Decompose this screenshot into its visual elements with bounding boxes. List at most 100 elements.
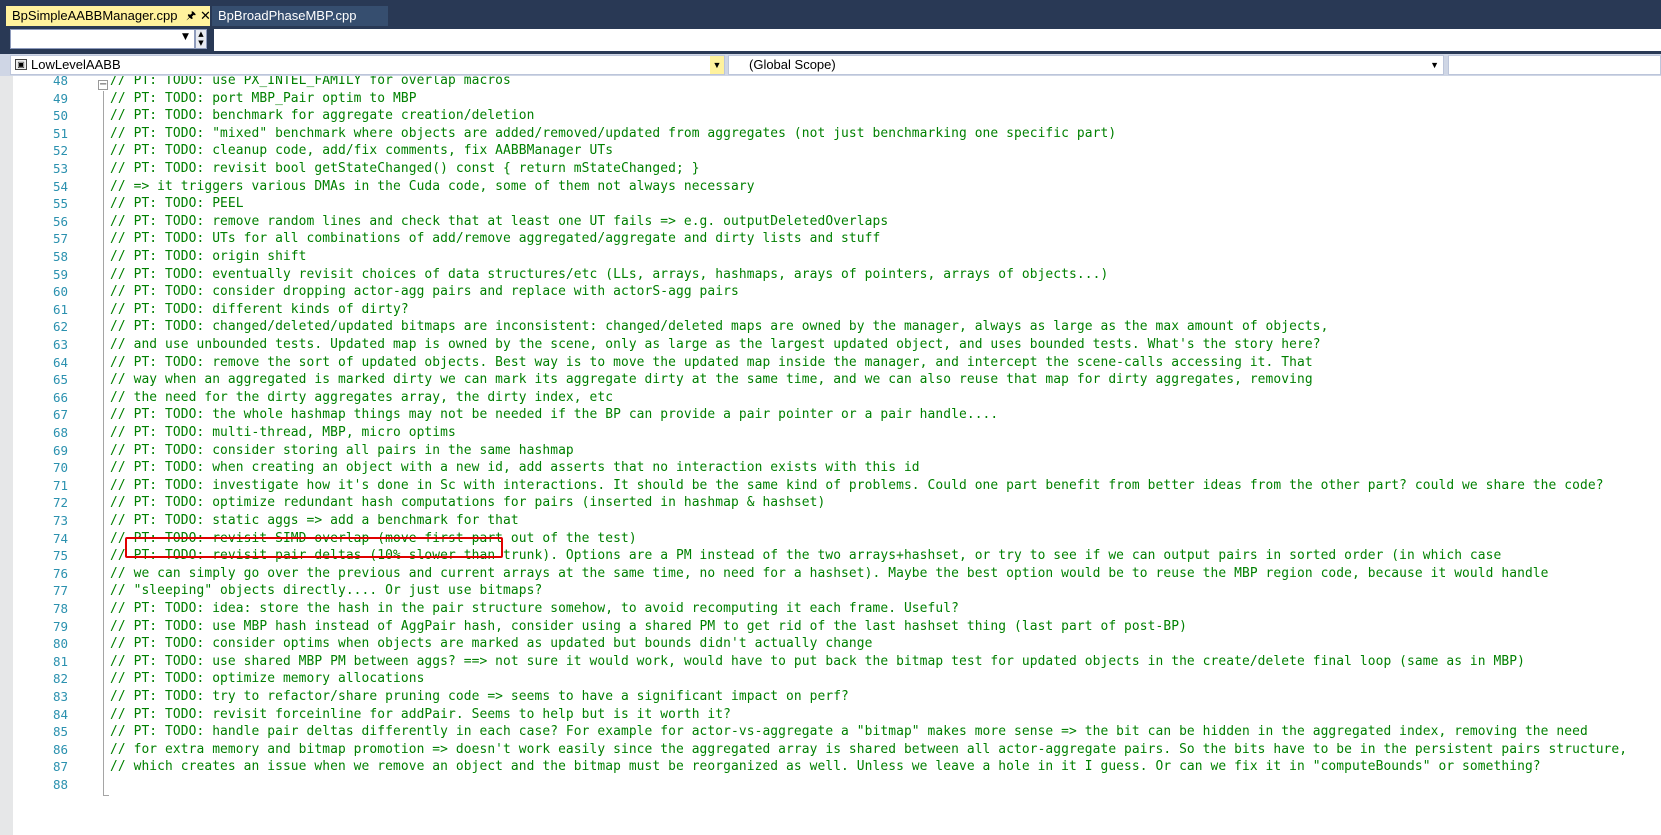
code-line[interactable]: 65 // way when an aggregated is marked di… [0, 371, 1661, 389]
code-line[interactable]: 67 // PT: TODO: the whole hashmap things … [0, 406, 1661, 424]
code-text[interactable]: // => it triggers various DMAs in the Cu… [110, 178, 755, 196]
line-number: 48 [52, 76, 68, 88]
code-text[interactable]: // for extra memory and bitmap promotion… [110, 741, 1627, 759]
code-line[interactable]: 86 // for extra memory and bitmap promoti… [0, 741, 1661, 759]
code-line[interactable]: 56 // PT: TODO: remove random lines and c… [0, 213, 1661, 231]
code-text[interactable]: // PT: TODO: "mixed" benchmark where obj… [110, 125, 1116, 143]
code-text[interactable]: // PT: TODO: static aggs => add a benchm… [110, 512, 519, 530]
code-text[interactable]: // and use unbounded tests. Updated map … [110, 336, 1321, 354]
code-line[interactable]: 69 // PT: TODO: consider storing all pair… [0, 442, 1661, 460]
code-line[interactable]: 72 // PT: TODO: optimize redundant hash c… [0, 494, 1661, 512]
code-text[interactable]: // PT: TODO: remove the sort of updated … [110, 354, 1313, 372]
toolbar-dropdown[interactable]: ▼ [10, 29, 195, 49]
code-text[interactable]: // PT: TODO: port MBP_Pair optim to MBP [110, 90, 417, 108]
code-text[interactable]: // PT: TODO: revisit bool getStateChange… [110, 160, 700, 178]
code-line[interactable]: 50 // PT: TODO: benchmark for aggregate c… [0, 107, 1661, 125]
code-text[interactable]: // way when an aggregated is marked dirt… [110, 371, 1313, 389]
code-line[interactable]: 88 [0, 776, 1661, 794]
code-line[interactable]: 52 // PT: TODO: cleanup code, add/fix com… [0, 142, 1661, 160]
line-number: 88 [52, 777, 68, 792]
code-text[interactable]: // which creates an issue when we remove… [110, 758, 1541, 776]
code-text[interactable]: // PT: TODO: origin shift [110, 248, 307, 266]
code-text[interactable]: // PT: TODO: changed/deleted/updated bit… [110, 318, 1328, 336]
class-combo[interactable]: ▣ LowLevelAABB ▼ [10, 55, 725, 75]
code-text[interactable]: // "sleeping" objects directly.... Or ju… [110, 582, 542, 600]
code-line[interactable]: 78 // PT: TODO: idea: store the hash in t… [0, 600, 1661, 618]
code-text[interactable]: // PT: TODO: try to refactor/share pruni… [110, 688, 849, 706]
code-text[interactable]: // PT: TODO: when creating an object wit… [110, 459, 920, 477]
code-text[interactable]: // PT: TODO: revisit forceinline for add… [110, 706, 731, 724]
code-line[interactable]: 87 // which creates an issue when we remo… [0, 758, 1661, 776]
line-number: 62 [52, 319, 68, 335]
code-line[interactable]: 63 // and use unbounded tests. Updated ma… [0, 336, 1661, 354]
code-line[interactable]: 59 // PT: TODO: eventually revisit choice… [0, 266, 1661, 284]
highlight-box [125, 537, 503, 558]
tab-bpbroadphasembp[interactable]: BpBroadPhaseMBP.cpp [212, 6, 388, 26]
code-text[interactable]: // PT: TODO: the whole hashmap things ma… [110, 406, 998, 424]
code-text[interactable]: // the need for the dirty aggregates arr… [110, 389, 613, 407]
spin-button[interactable]: ▲ ▼ [195, 29, 207, 49]
code-line[interactable]: 66 // the need for the dirty aggregates a… [0, 389, 1661, 407]
scope-combo[interactable]: (Global Scope) ▼ [728, 55, 1444, 75]
line-number: 83 [52, 689, 68, 704]
code-line[interactable]: 79 // PT: TODO: use MBP hash instead of A… [0, 618, 1661, 636]
code-line[interactable]: 83 // PT: TODO: try to refactor/share pru… [0, 688, 1661, 706]
class-combo-value: LowLevelAABB [31, 57, 121, 72]
code-text[interactable]: // PT: TODO: PEEL [110, 195, 244, 213]
code-text[interactable]: // PT: TODO: optimize redundant hash com… [110, 494, 825, 512]
code-line[interactable]: 53 // PT: TODO: revisit bool getStateChan… [0, 160, 1661, 178]
code-text[interactable]: // PT: TODO: idea: store the hash in the… [110, 600, 959, 618]
code-line[interactable]: 71 // PT: TODO: investigate how it's done… [0, 477, 1661, 495]
code-text[interactable]: // PT: TODO: handle pair deltas differen… [110, 723, 1588, 741]
code-line[interactable]: 60 // PT: TODO: consider dropping actor-a… [0, 283, 1661, 301]
code-line[interactable]: 85 // PT: TODO: handle pair deltas differ… [0, 723, 1661, 741]
code-text[interactable]: // PT: TODO: UTs for all combinations of… [110, 230, 880, 248]
code-line[interactable]: 81 // PT: TODO: use shared MBP PM between… [0, 653, 1661, 671]
code-editor[interactable]: − 48// PT: TODO: use PX_INTEL_FAMILY for… [0, 76, 1661, 835]
code-line[interactable]: 73 // PT: TODO: static aggs => add a benc… [0, 512, 1661, 530]
code-text[interactable]: // PT: TODO: use PX_INTEL_FAMILY for ove… [110, 76, 511, 90]
tab-bpsimpleaabbmanager[interactable]: BpSimpleAABBManager.cpp 🖈 ✕ [6, 6, 211, 26]
code-line[interactable]: 62 // PT: TODO: changed/deleted/updated b… [0, 318, 1661, 336]
code-text[interactable]: // we can simply go over the previous an… [110, 565, 1549, 583]
code-text[interactable]: // PT: TODO: consider dropping actor-agg… [110, 283, 739, 301]
code-line[interactable]: 82 // PT: TODO: optimize memory allocatio… [0, 670, 1661, 688]
member-combo[interactable] [1448, 55, 1661, 75]
code-line[interactable]: 68 // PT: TODO: multi-thread, MBP, micro … [0, 424, 1661, 442]
code-text[interactable]: // PT: TODO: remove random lines and che… [110, 213, 888, 231]
code-line[interactable]: 57 // PT: TODO: UTs for all combinations … [0, 230, 1661, 248]
code-text[interactable]: // PT: TODO: cleanup code, add/fix comme… [110, 142, 613, 160]
code-text[interactable]: // PT: TODO: consider storing all pairs … [110, 442, 574, 460]
code-line[interactable]: 64 // PT: TODO: remove the sort of update… [0, 354, 1661, 372]
line-number: 56 [52, 213, 68, 229]
code-line[interactable]: 80 // PT: TODO: consider optims when obje… [0, 635, 1661, 653]
code-line[interactable]: 76 // we can simply go over the previous … [0, 565, 1661, 583]
code-line[interactable]: 58 // PT: TODO: origin shift [0, 248, 1661, 266]
toolbar-field[interactable] [214, 29, 1661, 51]
code-text[interactable]: // PT: TODO: optimize memory allocations [110, 670, 424, 688]
code-text[interactable]: // PT: TODO: consider optims when object… [110, 635, 873, 653]
code-line[interactable]: 51 // PT: TODO: "mixed" benchmark where o… [0, 125, 1661, 143]
line-number: 73 [52, 513, 68, 528]
code-line[interactable]: 70 // PT: TODO: when creating an object w… [0, 459, 1661, 477]
code-line[interactable]: 48 // PT: TODO: use PX_INTEL_FAMILY for o… [0, 76, 1661, 90]
chevron-down-icon[interactable]: ▼ [1430, 56, 1439, 74]
code-text[interactable]: // PT: TODO: benchmark for aggregate cre… [110, 107, 534, 125]
code-text[interactable]: // PT: TODO: investigate how it's done i… [110, 477, 1604, 495]
pin-icon[interactable]: 🖈 [186, 6, 196, 26]
code-line[interactable]: 77 // "sleeping" objects directly.... Or … [0, 582, 1661, 600]
code-text[interactable]: // PT: TODO: eventually revisit choices … [110, 266, 1108, 284]
code-line[interactable]: 49 // PT: TODO: port MBP_Pair optim to MB… [0, 90, 1661, 108]
close-icon[interactable]: ✕ [200, 6, 211, 26]
code-line[interactable]: 84 // PT: TODO: revisit forceinline for a… [0, 706, 1661, 724]
code-text[interactable]: // PT: TODO: use shared MBP PM between a… [110, 653, 1525, 671]
line-number: 59 [52, 266, 68, 282]
code-text[interactable]: // PT: TODO: different kinds of dirty? [110, 301, 409, 319]
line-number: 80 [52, 636, 68, 652]
code-line[interactable]: 54 // => it triggers various DMAs in the … [0, 178, 1661, 196]
code-text[interactable]: // PT: TODO: multi-thread, MBP, micro op… [110, 424, 456, 442]
code-line[interactable]: 55 // PT: TODO: PEEL [0, 195, 1661, 213]
code-line[interactable]: 61 // PT: TODO: different kinds of dirty? [0, 301, 1661, 319]
code-text[interactable]: // PT: TODO: use MBP hash instead of Agg… [110, 618, 1187, 636]
chevron-down-icon[interactable]: ▼ [710, 56, 724, 74]
